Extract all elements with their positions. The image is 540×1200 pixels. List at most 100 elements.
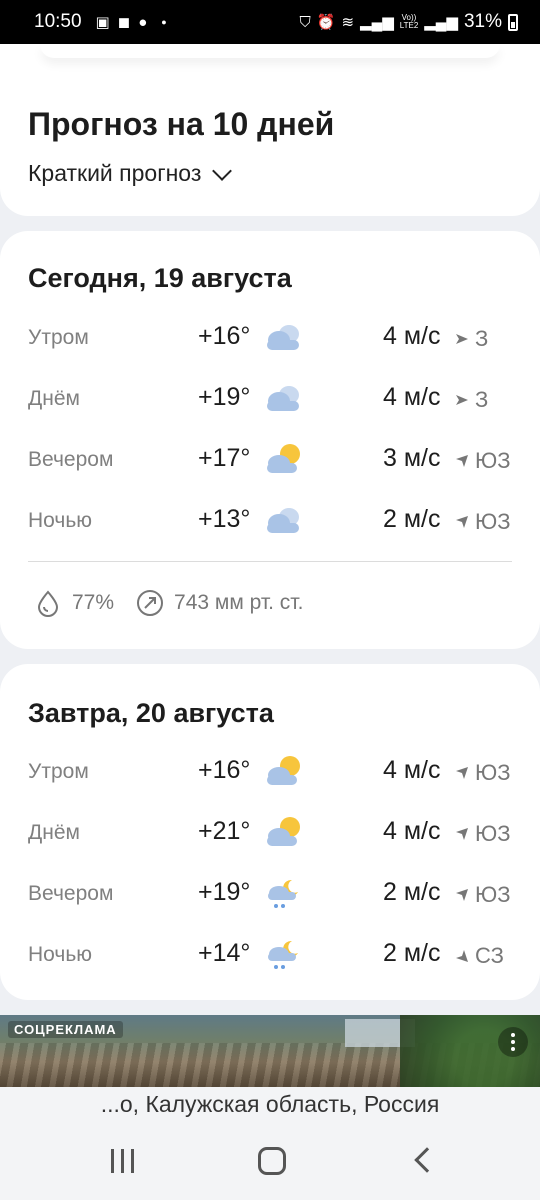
period-label: Утром (28, 326, 89, 349)
wind-direction: ЮЗ (455, 760, 511, 786)
day-title: Завтра, 20 августа (28, 698, 274, 728)
temperature: +16° (198, 756, 251, 784)
notification-icons: ▣ ◼ ● ● (96, 15, 167, 30)
temperature: +21° (198, 817, 251, 845)
temperature: +19° (198, 383, 251, 411)
cloudy-icon (267, 508, 299, 533)
period-label: Утром (28, 760, 89, 783)
forecast-mode-label: Краткий прогноз (28, 160, 202, 186)
wind-direction: ЮЗ (455, 509, 511, 535)
cloudy-icon (267, 325, 299, 350)
period-label: Днём (28, 387, 80, 410)
forecast-row: Утром +16° 4 м/с ЮЗ (0, 752, 540, 792)
wind-speed: 4 м/с (383, 756, 441, 784)
northeast-arrow-icon (455, 827, 469, 841)
temperature: +14° (198, 939, 251, 967)
temperature: +16° (198, 322, 251, 350)
forecast-row: Ночью +14° 2 м/с СЗ (0, 935, 540, 975)
forecast-title: Прогноз на 10 дней (28, 106, 335, 142)
recents-button[interactable] (102, 1143, 142, 1179)
more-options-icon[interactable] (498, 1027, 528, 1057)
forecast-row: Утром +16° 4 м/с З (0, 318, 540, 358)
location-icon: ● (138, 13, 148, 31)
northeast-arrow-icon (455, 888, 469, 902)
east-arrow-icon (455, 332, 469, 346)
wind-direction-label: СЗ (475, 943, 504, 968)
status-time: 10:50 (34, 11, 82, 32)
forecast-row: Ночью +13° 2 м/с ЮЗ (0, 501, 540, 541)
day-card-today[interactable]: Сегодня, 19 августа Утром +16° 4 м/с З Д… (0, 231, 540, 649)
gallery-icon: ▣ (95, 13, 110, 31)
signal-icon-2: ▂▄▆ (424, 13, 458, 31)
message-icon: ◼ (117, 13, 131, 31)
forecast-mode-dropdown[interactable]: Краткий прогноз (28, 160, 233, 187)
period-label: Вечером (28, 882, 114, 905)
location-text: ...о, Калужская область, Россия (100, 1091, 440, 1117)
partly-cloudy-icon (267, 817, 300, 846)
wind-speed: 2 м/с (383, 939, 441, 967)
ad-banner[interactable]: СОЦРЕКЛАМА (0, 1015, 540, 1087)
battery-icon (508, 13, 518, 31)
wind-speed: 4 м/с (383, 383, 441, 411)
chevron-down-icon (212, 160, 233, 181)
temperature: +19° (198, 878, 251, 906)
period-label: Ночью (28, 509, 93, 532)
night-rain-icon (268, 879, 298, 908)
system-icons: ⛉ ⏰ ≋ ▂▄▆ Vo)) LTE2 ▂▄▆ 31% (300, 11, 518, 33)
wind-speed: 2 м/с (383, 505, 441, 533)
wind-direction: ЮЗ (455, 448, 511, 474)
wind-direction-label: ЮЗ (475, 509, 511, 534)
wind-direction-label: ЮЗ (475, 882, 511, 907)
wind-speed: 4 м/с (383, 817, 441, 845)
home-button[interactable] (252, 1143, 292, 1179)
back-button[interactable] (404, 1143, 444, 1179)
wind-direction-label: З (475, 326, 489, 351)
forecast-row: Днём +21° 4 м/с ЮЗ (0, 813, 540, 853)
pressure-value: 743 мм рт. ст. (174, 591, 304, 614)
east-arrow-icon (455, 393, 469, 407)
day-title: Сегодня, 19 августа (28, 263, 292, 293)
battery-percent: 31% (463, 11, 502, 32)
wind-direction-label: ЮЗ (475, 760, 511, 785)
network-label: Vo)) LTE2 (399, 13, 419, 30)
status-bar: 10:50 ▣ ◼ ● ● ⛉ ⏰ ≋ ▂▄▆ Vo)) LTE2 ▂▄▆ 31… (0, 0, 540, 44)
wind-direction: ЮЗ (455, 821, 511, 847)
partly-cloudy-icon (267, 444, 300, 473)
wind-direction: ЮЗ (455, 882, 511, 908)
wind-speed: 4 м/с (383, 322, 441, 350)
temperature: +13° (198, 505, 251, 533)
forecast-header-card: Прогноз на 10 дней Краткий прогноз (0, 44, 540, 216)
day-extra-info: 77% 743 мм рт. ст. (34, 589, 303, 617)
location-bar[interactable]: ...о, Калужская область, Россия (0, 1087, 540, 1123)
wind-direction: З (455, 326, 488, 352)
wind-direction-label: З (475, 387, 489, 412)
wind-direction-label: ЮЗ (475, 448, 511, 473)
alarm-icon: ⏰ (316, 13, 336, 31)
divider (28, 561, 512, 562)
southeast-arrow-icon (455, 949, 469, 963)
partly-cloudy-icon (267, 756, 300, 785)
wifi-icon: ≋ (341, 13, 355, 31)
navigation-bar (0, 1123, 540, 1200)
northeast-arrow-icon (455, 454, 469, 468)
day-card-tomorrow[interactable]: Завтра, 20 августа Утром +16° 4 м/с ЮЗ Д… (0, 664, 540, 1000)
northeast-arrow-icon (455, 515, 469, 529)
ad-label: СОЦРЕКЛАМА (8, 1021, 123, 1038)
forecast-row: Днём +19° 4 м/с З (0, 379, 540, 419)
pressure-icon (137, 590, 164, 616)
period-label: Днём (28, 821, 80, 844)
wind-direction-label: ЮЗ (475, 821, 511, 846)
humidity-value: 77% (72, 591, 115, 614)
forecast-row: Вечером +17° 3 м/с ЮЗ (0, 440, 540, 480)
temperature: +17° (198, 444, 251, 472)
northeast-arrow-icon (455, 766, 469, 780)
wind-speed: 3 м/с (383, 444, 441, 472)
wind-direction: З (455, 387, 488, 413)
wind-direction: СЗ (455, 943, 504, 969)
dot-icon: ● (161, 16, 167, 27)
wind-speed: 2 м/с (383, 878, 441, 906)
period-label: Ночью (28, 943, 93, 966)
signal-icon: ▂▄▆ (360, 13, 394, 31)
night-rain-icon (268, 940, 298, 969)
cloudy-icon (267, 386, 299, 411)
